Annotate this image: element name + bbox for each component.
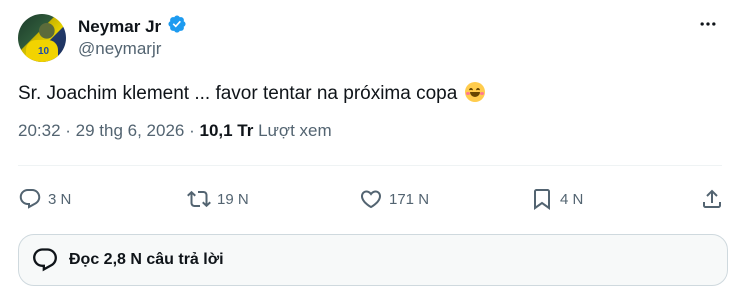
read-replies-label: Đọc 2,8 N câu trả lời [69, 251, 224, 268]
reply-button[interactable]: 3 N [18, 184, 71, 214]
divider [18, 165, 722, 166]
tweet-card: 10 Neymar Jr @neymarjr Sr. Joachim kleme… [0, 0, 740, 289]
action-bar: 3 N 19 N 171 N 4 N [0, 184, 740, 214]
reply-icon [19, 189, 41, 209]
reply-bubble-icon [33, 248, 57, 272]
meta-separator: · [60, 121, 76, 140]
more-options-icon[interactable] [696, 14, 720, 34]
views-count[interactable]: 10,1 Tr [199, 121, 253, 140]
reply-count: 3 N [48, 190, 72, 208]
like-count: 171 N [389, 190, 430, 208]
author-handle[interactable]: @neymarjr [78, 39, 161, 59]
retweet-button[interactable]: 19 N [187, 184, 249, 214]
bookmark-count: 4 N [560, 190, 584, 208]
tweet-time[interactable]: 20:32 [18, 121, 61, 140]
tweet-body: Sr. Joachim klement ... favor tentar na … [18, 83, 458, 104]
heart-icon [360, 190, 382, 209]
verified-badge-icon[interactable] [167, 14, 187, 39]
like-button[interactable]: 171 N [359, 184, 429, 214]
views-label: Lượt xem [253, 121, 332, 140]
tweet-meta: 20:32 · 29 thg 6, 2026 · 10,1 Tr Lượt xe… [18, 121, 332, 141]
retweet-count: 19 N [217, 190, 249, 208]
author-name[interactable]: Neymar Jr [78, 17, 161, 37]
avatar-jersey-number: 10 [38, 46, 50, 57]
bookmark-icon [534, 189, 550, 210]
meta-separator: · [184, 121, 200, 140]
blush-emoji-icon [464, 82, 485, 102]
share-icon [703, 189, 721, 208]
tweet-date[interactable]: 29 thg 6, 2026 [76, 121, 185, 140]
bookmark-button[interactable]: 4 N [530, 184, 583, 214]
retweet-icon [187, 190, 211, 208]
read-replies-button[interactable]: Đọc 2,8 N câu trả lời [18, 234, 728, 286]
tweet-text: Sr. Joachim klement ... favor tentar na … [18, 82, 485, 106]
share-button[interactable] [700, 184, 724, 214]
author-name-row: Neymar Jr [78, 14, 187, 39]
avatar[interactable]: 10 [18, 14, 66, 62]
